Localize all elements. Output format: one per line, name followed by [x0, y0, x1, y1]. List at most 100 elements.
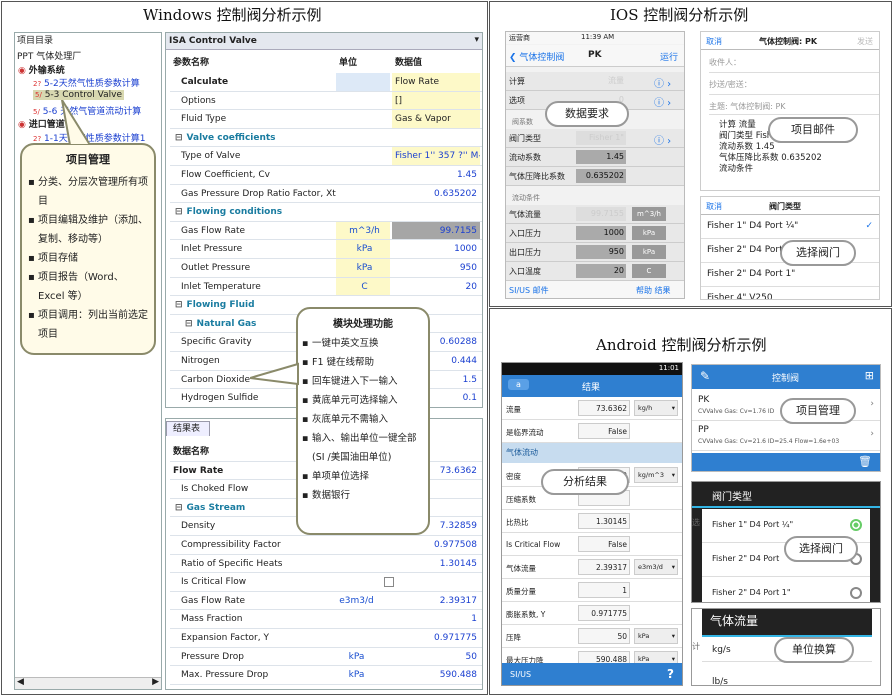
grid-row[interactable]: Inlet Pressure kPa 1000 [170, 240, 482, 259]
android-result-row[interactable]: Is Critical Flow False [502, 533, 682, 556]
collapse-icon[interactable]: ⊟ [175, 503, 183, 513]
grid-row[interactable]: Options [] [170, 91, 482, 111]
param-unit[interactable]: kPa [336, 240, 390, 258]
android-unit-spinner[interactable]: kg/h ▾ [634, 400, 678, 416]
trash-icon[interactable]: 🗑 [858, 455, 872, 468]
result-row[interactable]: Mass Fraction 1 [170, 610, 482, 629]
android-result-row[interactable]: 流量 73.6362 kg/h ▾ [502, 397, 682, 420]
result-row[interactable]: Is Critical Flow [170, 573, 482, 592]
result-tab[interactable]: 结果表 [166, 421, 210, 436]
ios-param-row[interactable]: 阀门类型 Fisher 1" ⓘ › [506, 129, 684, 148]
param-value[interactable]: 0.635202 [392, 185, 480, 203]
ios-param-row[interactable]: 气体流量 99.7155 m^3/h [506, 205, 684, 224]
param-unit[interactable] [336, 147, 390, 165]
param-value[interactable]: 20 [392, 278, 480, 296]
param-unit[interactable]: m^3/h [336, 221, 390, 240]
mail-send-button[interactable]: 发送 [857, 36, 873, 47]
scroll-right-icon[interactable]: ▶ [152, 677, 159, 687]
param-value[interactable]: Flow Rate [392, 73, 480, 91]
ios-param-value[interactable]: 950 [576, 245, 626, 259]
ios-unit-button[interactable]: C [632, 264, 666, 278]
ios-valve-option[interactable]: Fisher 4" V250 [701, 287, 879, 299]
result-row[interactable]: Pressure Drop kPa 50 [170, 648, 482, 667]
ios-param-value[interactable]: 0.635202 [576, 169, 626, 183]
android-unit-spinner[interactable]: kg/m^3 ▾ [634, 467, 678, 483]
grid-row[interactable]: Type of Valve Fisher 1'' 357 ?'' M-F [170, 147, 482, 166]
tree-item-5-2[interactable]: 2? 5-2天然气性质参数计算 [33, 76, 140, 89]
ios-param-row[interactable]: 气体压降比系数 0.635202 [506, 167, 684, 186]
info-icon[interactable]: ⓘ › [654, 132, 671, 147]
android-unit-spinner[interactable]: e3m3/d ▾ [634, 559, 678, 575]
tree-item-plant[interactable]: PPT 气体处理厂 [17, 49, 81, 62]
add-project-icon[interactable]: ⊞ [865, 369, 874, 382]
mail-subject-field[interactable]: 主题: 气体控制阀: PK [709, 101, 786, 112]
android-result-row[interactable]: 压降 50 kPa ▾ [502, 625, 682, 648]
grid-row[interactable]: Inlet Temperature C 20 [170, 277, 482, 297]
android-result-row[interactable]: 是临界流动 False [502, 420, 682, 443]
help-icon[interactable]: ? [667, 667, 674, 681]
android-unit-spinner[interactable]: kPa ▾ [634, 628, 678, 644]
android-result-row[interactable]: 气体流量 2.39317 e3m3/d ▾ [502, 556, 682, 579]
si-us-mail-button[interactable]: SI/US 邮件 [509, 285, 549, 296]
critical-flow-checkbox[interactable] [384, 577, 394, 588]
ios-param-value[interactable]: 流量 [576, 74, 626, 88]
grid-row[interactable]: Flow Coefficient, Cv 1.45 [170, 166, 482, 185]
param-unit[interactable] [336, 73, 390, 91]
ios-param-row[interactable]: 计算 流量 ⓘ › [506, 72, 684, 91]
collapse-icon[interactable]: ⊟ [185, 319, 193, 329]
grid-section-row[interactable]: ⊟ Flowing conditions [170, 203, 482, 222]
ios-unit-button[interactable]: kPa [632, 245, 666, 259]
info-icon[interactable]: ⓘ › [654, 75, 671, 90]
param-value[interactable]: 1000 [392, 240, 480, 258]
valve-cancel-button[interactable]: 取消 [706, 201, 722, 212]
result-unit[interactable] [326, 629, 384, 647]
grid-row[interactable]: Gas Pressure Drop Ratio Factor, Xt 0.6352… [170, 185, 482, 204]
param-unit[interactable]: C [336, 277, 390, 296]
ios-param-value[interactable]: 99.7155 [576, 207, 626, 221]
param-value[interactable]: Fisher 1'' 357 ?'' M-F [392, 147, 480, 165]
ios-valve-option[interactable]: Fisher 1" D4 Port ¼" ✓ [701, 215, 879, 239]
android-si-us-button[interactable]: SI/US [510, 670, 531, 679]
unit-option-lb-s[interactable]: lb/s [712, 677, 728, 685]
ios-param-value[interactable]: 1.45 [576, 150, 626, 164]
ios-param-value[interactable]: 1000 [576, 226, 626, 240]
grid-dropdown-icon[interactable]: ▾ [474, 35, 479, 45]
ios-param-row[interactable]: 入口压力 1000 kPa [506, 224, 684, 243]
mail-cancel-button[interactable]: 取消 [706, 36, 722, 47]
param-value[interactable]: [] [392, 91, 480, 110]
help-result-button[interactable]: 帮助 结果 [636, 285, 671, 296]
ios-param-row[interactable]: 入口温度 20 C [506, 262, 684, 281]
collapse-icon[interactable]: ⊟ [175, 207, 183, 217]
grid-row[interactable]: Outlet Pressure kPa 950 [170, 259, 482, 278]
result-unit[interactable] [326, 573, 384, 591]
tree-item-inlet[interactable]: ◉ 进口管道 [18, 117, 65, 130]
android-back-button[interactable]: a [508, 379, 529, 390]
ios-param-row[interactable]: 流动系数 1.45 [506, 148, 684, 167]
ios-valve-option[interactable]: Fisher 2" D4 Port 1" [701, 263, 879, 287]
ios-param-value[interactable]: Fisher 1" [576, 131, 626, 145]
mail-cc-field[interactable]: 抄送/密送： [709, 79, 752, 90]
scroll-left-icon[interactable]: ◀ [17, 677, 24, 687]
result-unit[interactable]: kPa [326, 648, 384, 666]
grid-section-row[interactable]: ⊟ Valve coefficients [170, 129, 482, 148]
param-value[interactable]: 99.7155 [392, 221, 480, 240]
param-unit[interactable] [336, 166, 390, 184]
android-valve-option[interactable]: Fisher 2" D4 Port 1" [702, 577, 870, 602]
ios-param-value[interactable]: 20 [576, 264, 626, 278]
param-unit[interactable] [336, 92, 390, 110]
param-unit[interactable]: kPa [336, 259, 390, 277]
param-value[interactable]: 1.45 [392, 166, 480, 184]
back-button[interactable]: ❮ 气体控制阀 [509, 50, 564, 63]
grid-row[interactable]: Fluid Type Gas & Vapor [170, 110, 482, 129]
android-result-row[interactable]: 比热比 1.30145 [502, 510, 682, 533]
result-unit[interactable] [326, 555, 384, 573]
result-row[interactable]: Max. Pressure Drop kPa 590.488 [170, 666, 482, 685]
tree-item-5-3[interactable]: 5/ 5-3 Control Valve [33, 90, 124, 100]
grid-row[interactable]: Gas Flow Rate m^3/h 99.7155 [170, 221, 482, 241]
mail-to-field[interactable]: 收件人： [709, 57, 741, 68]
collapse-icon[interactable]: ⊟ [175, 133, 183, 143]
info-icon[interactable]: ⓘ › [654, 94, 671, 109]
android-result-row[interactable]: 质量分量 1 [502, 579, 682, 602]
result-unit[interactable]: e3m3/d [326, 592, 384, 610]
tree-item-export[interactable]: ◉ 外输系统 [18, 63, 65, 76]
